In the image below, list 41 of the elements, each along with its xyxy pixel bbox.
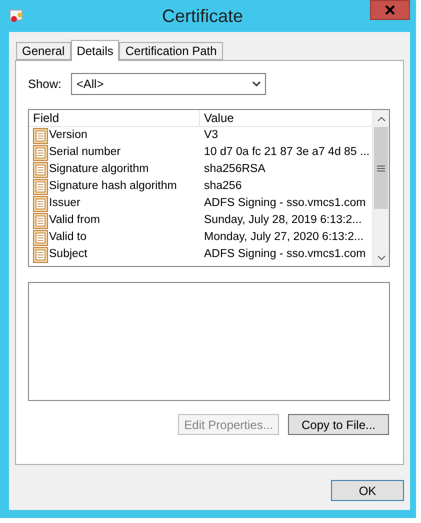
value-cell-text: ADFS Signing - sso.vmcs1.com — [203, 247, 367, 262]
value-cell-text: Sunday, July 28, 2019 6:13:2... — [203, 213, 363, 228]
value-cell-text: Monday, July 27, 2020 6:13:2... — [203, 230, 365, 245]
field-icon — [33, 128, 48, 144]
field-cell-text: Issuer — [49, 196, 82, 211]
scroll-thumb[interactable] — [374, 127, 388, 209]
column-header[interactable]: Field — [29, 110, 200, 126]
field-cell-text: Signature algorithm — [49, 162, 150, 177]
field-cell-text: Valid from — [49, 213, 101, 228]
copy-to-file-button[interactable]: Copy to File... — [288, 414, 389, 435]
chevron-down-icon — [376, 254, 386, 260]
field-cell-text: Signature hash algorithm — [49, 179, 178, 194]
field-icon — [33, 162, 48, 178]
show-dropdown[interactable]: <All> — [71, 73, 266, 95]
value-cell-text: ADFS Signing - sso.vmcs1.com — [203, 196, 367, 211]
field-icon — [33, 230, 48, 246]
value-cell-text: V3 — [203, 128, 220, 143]
value-cell-text: sha256 — [203, 179, 243, 194]
field-cell-text: Subject — [49, 247, 88, 262]
field-icon — [33, 246, 48, 262]
grip-icon — [377, 164, 385, 172]
field-icon — [33, 144, 48, 160]
tab[interactable]: General — [16, 42, 71, 60]
value-cell-text: sha256RSA — [203, 162, 266, 177]
chevron-up-icon — [376, 116, 386, 122]
chevron-down-icon — [252, 81, 262, 87]
tab[interactable]: Certification Path — [119, 42, 223, 60]
field-icon — [33, 212, 48, 228]
window-title: Certificate — [160, 6, 244, 26]
close-icon — [385, 5, 395, 15]
field-cell-text: Valid to — [49, 230, 88, 245]
certificate-icon — [9, 8, 25, 24]
field-icon — [33, 196, 48, 212]
show-label: Show: — [28, 77, 62, 91]
value-cell-text: 10 d7 0a fc 21 87 3e a7 4d 85 ... — [203, 145, 371, 160]
field-icon — [33, 178, 48, 194]
field-cell-text: Version — [49, 128, 88, 143]
field-cell-text: Serial number — [49, 145, 122, 160]
ok-button[interactable]: OK — [331, 480, 404, 501]
close-button[interactable] — [370, 0, 410, 20]
tab[interactable]: Details — [70, 40, 120, 61]
